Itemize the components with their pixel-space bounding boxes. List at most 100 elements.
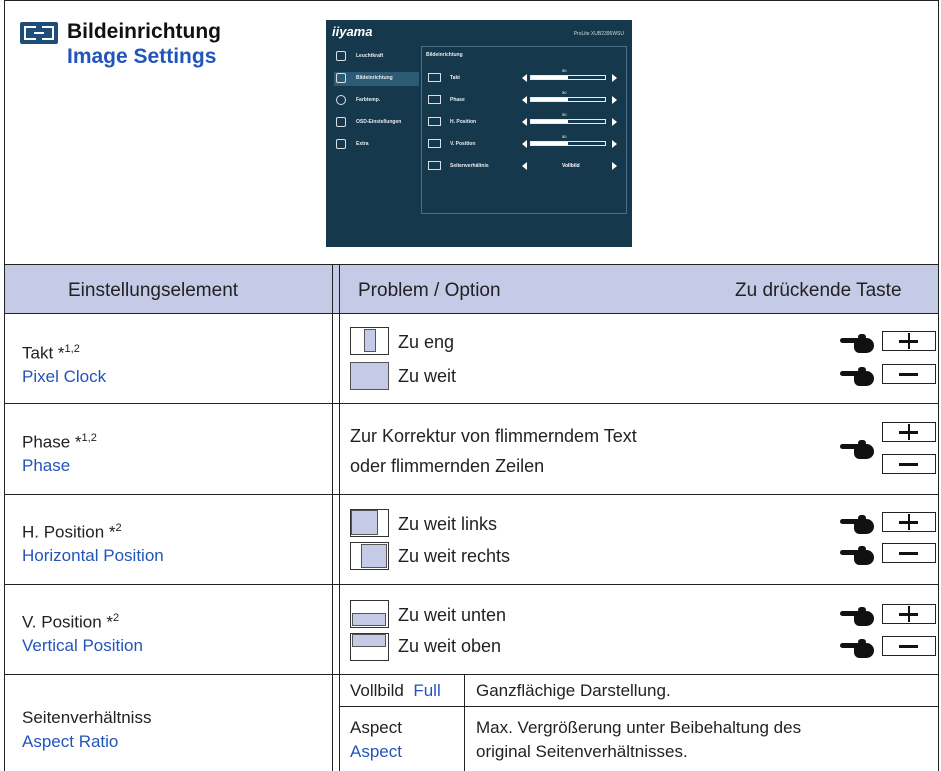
v-position-icon	[428, 139, 441, 148]
left-arrow-icon	[522, 140, 527, 148]
option-aspect-desc: original Seitenverhältnisses.	[476, 742, 688, 761]
right-arrow-icon	[612, 162, 617, 170]
plus-key-icon	[882, 422, 936, 442]
osd-panel-title: Bildeinrichtung	[426, 52, 463, 58]
column-divider	[332, 264, 333, 771]
too-high-icon	[350, 633, 389, 661]
setting-label-en: Horizontal Position	[22, 546, 164, 565]
plus-key-icon	[882, 331, 936, 351]
minus-key-icon	[882, 364, 936, 384]
divider	[4, 674, 939, 675]
osd-menu-item-selected: Bildeinrichtung	[334, 72, 419, 86]
option-text: Zu weit rechts	[398, 546, 511, 566]
option-aspect-desc: Max. Vergrößerung unter Beibehaltung des	[476, 718, 802, 737]
setting-label-de: Phase *1,2	[22, 432, 97, 452]
option-full: Vollbild Full	[350, 681, 441, 700]
divider	[4, 584, 939, 585]
column-divider	[339, 264, 340, 771]
divider	[4, 313, 939, 314]
divider	[4, 264, 939, 265]
divider	[4, 494, 939, 495]
col-header-setting: Einstellungselement	[68, 280, 239, 301]
option-aspect-de: Aspect	[350, 718, 402, 737]
osd-row: H. Position 50	[426, 112, 622, 131]
pointing-hand-icon	[840, 334, 874, 356]
right-arrow-icon	[612, 118, 617, 126]
left-arrow-icon	[522, 162, 527, 170]
section-title-de: Bildeinrichtung	[67, 20, 221, 43]
osd-slider	[530, 75, 606, 80]
image-settings-icon	[20, 22, 58, 44]
osd-slider	[530, 141, 606, 146]
option-text: Zu weit oben	[398, 636, 502, 656]
too-wide-icon	[350, 362, 389, 390]
too-narrow-icon	[350, 327, 389, 355]
aspect-icon	[428, 161, 441, 170]
minus-key-icon	[882, 543, 936, 563]
setting-label-en: Vertical Position	[22, 636, 143, 655]
osd-menu-item: Farbtemp.	[334, 94, 419, 108]
color-temp-icon	[336, 95, 346, 105]
left-arrow-icon	[522, 118, 527, 126]
pointing-hand-icon	[840, 546, 874, 568]
option-text: Zu weit links	[398, 514, 498, 534]
col-header-key: Zu drückende Taste	[735, 280, 902, 301]
osd-row: Takt 50	[426, 68, 622, 87]
col-header-problem: Problem / Option	[358, 280, 501, 301]
right-arrow-icon	[612, 74, 617, 82]
right-arrow-icon	[612, 96, 617, 104]
pointing-hand-icon	[840, 440, 874, 462]
setting-label-de: Takt *1,2	[22, 343, 80, 363]
option-text: Zu weit	[398, 366, 457, 386]
osd-settings-icon	[336, 117, 346, 127]
pointing-hand-icon	[840, 639, 874, 661]
option-text: oder flimmernden Zeilen	[350, 456, 545, 476]
pointing-hand-icon	[840, 367, 874, 389]
osd-menu-item: Leuchtkraft	[334, 50, 419, 64]
too-left-icon	[350, 509, 389, 537]
plus-key-icon	[882, 512, 936, 532]
setting-label-en: Phase	[22, 456, 71, 475]
extra-icon	[336, 139, 346, 149]
brightness-icon	[336, 51, 346, 61]
option-aspect-en: Aspect	[350, 742, 402, 761]
left-arrow-icon	[522, 74, 527, 82]
osd-slider	[530, 97, 606, 102]
divider	[4, 403, 939, 404]
pointing-hand-icon	[840, 515, 874, 537]
osd-panel: Bildeinrichtung Takt 50 Phase 50 H. Posi…	[421, 46, 627, 214]
option-text: Zu weit unten	[398, 605, 507, 625]
pointing-hand-icon	[840, 607, 874, 629]
phase-icon	[428, 95, 441, 104]
h-position-icon	[428, 117, 441, 126]
osd-logo: iiyama	[332, 24, 373, 39]
osd-row: V. Position 50	[426, 134, 622, 153]
option-text: Zu eng	[398, 332, 455, 352]
divider	[340, 706, 939, 707]
setting-label-de: V. Position *2	[22, 612, 120, 632]
plus-key-icon	[882, 604, 936, 624]
osd-row: Phase 50	[426, 90, 622, 109]
minus-key-icon	[882, 454, 936, 474]
osd-slider	[530, 119, 606, 124]
option-text: Zur Korrektur von flimmerndem Text	[350, 426, 637, 446]
image-settings-icon	[336, 73, 346, 83]
minus-key-icon	[882, 636, 936, 656]
option-full-desc: Ganzflächige Darstellung.	[476, 681, 671, 700]
setting-label-en: Pixel Clock	[22, 367, 107, 386]
osd-row: Seitenverhältnis Vollbild	[426, 159, 622, 175]
left-arrow-icon	[522, 96, 527, 104]
right-arrow-icon	[612, 140, 617, 148]
column-divider	[464, 674, 465, 771]
setting-label-de: Seitenverhältniss	[22, 708, 152, 727]
too-right-icon	[350, 542, 389, 570]
clock-icon	[428, 73, 441, 82]
setting-label-de: H. Position *2	[22, 522, 122, 542]
osd-model: ProLite XUB2395WSU	[573, 31, 624, 37]
manual-page: Bildeinrichtung Image Settings iiyama Pr…	[0, 0, 941, 771]
osd-menu-item: OSD-Einstellungen	[334, 116, 419, 130]
too-low-icon	[350, 600, 389, 628]
osd-menu-item: Extra	[334, 138, 419, 152]
section-title-en: Image Settings	[67, 45, 217, 68]
setting-label-en: Aspect Ratio	[22, 732, 119, 751]
